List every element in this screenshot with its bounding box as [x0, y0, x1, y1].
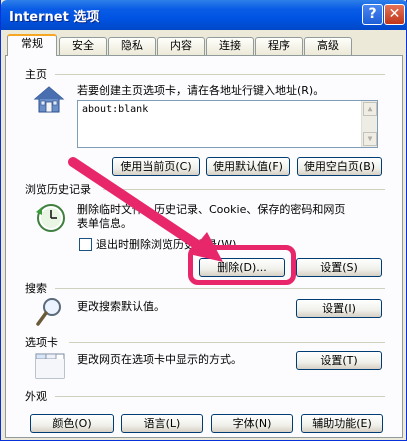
internet-options-dialog: Internet 选项 ? ✕ 常规 安全 隐私 内容 连接 程序 高级 主页 … — [0, 0, 407, 441]
annotation-arrow — [68, 157, 223, 262]
delete-button-highlight — [188, 245, 296, 285]
tab-general[interactable]: 常规 — [7, 34, 57, 56]
